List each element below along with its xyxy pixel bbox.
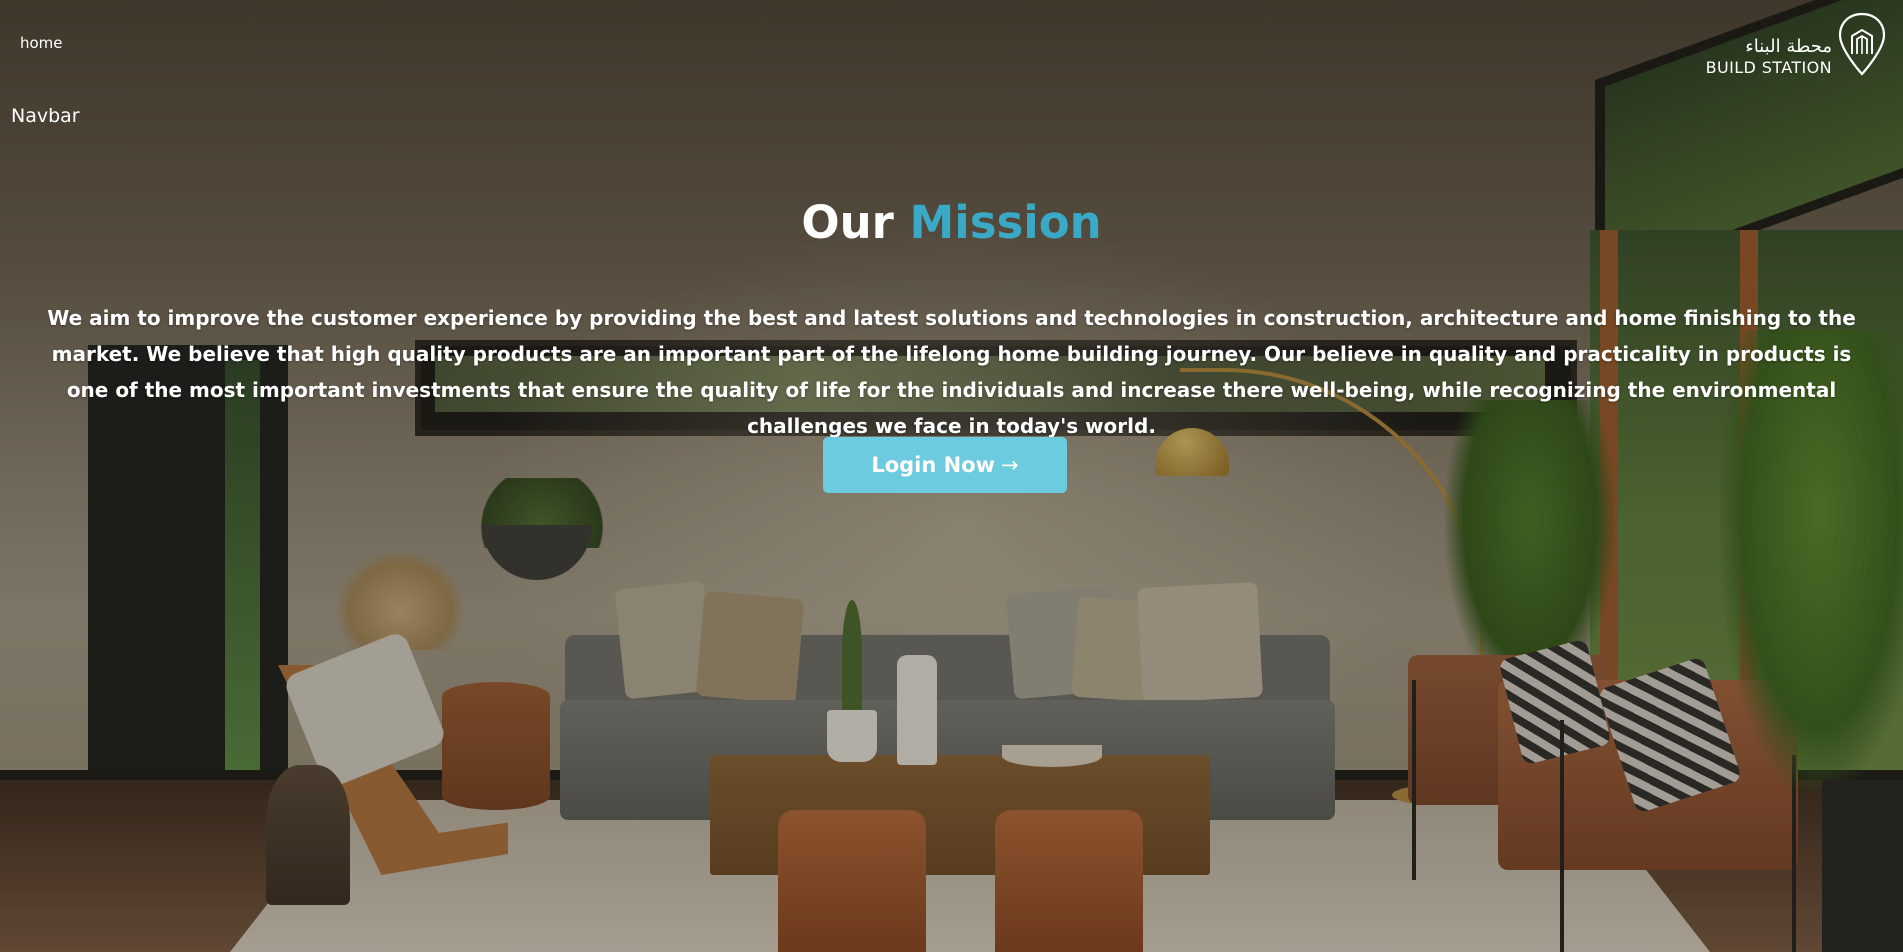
login-now-label: Login Now: [871, 453, 996, 477]
page: home Navbar محطة البناء BUILD STATION Ou…: [0, 0, 1903, 952]
nav-home-link[interactable]: home: [20, 34, 63, 52]
login-now-button[interactable]: Login Now →: [823, 437, 1067, 493]
logo-arabic-name: محطة البناء: [1745, 36, 1832, 57]
mission-title-our: Our: [801, 196, 894, 249]
mission-title: Our Mission: [0, 196, 1903, 249]
logo-english-name: BUILD STATION: [1705, 58, 1832, 77]
building-location-pin-icon: [1838, 12, 1886, 76]
build-station-logo[interactable]: محطة البناء BUILD STATION: [1706, 12, 1886, 78]
logo-text: محطة البناء BUILD STATION: [1706, 38, 1832, 76]
navbar-label: Navbar: [11, 105, 80, 127]
mission-description: We aim to improve the customer experienc…: [47, 306, 1856, 438]
mission-title-mission: Mission: [909, 196, 1102, 249]
arrow-right-icon: →: [1001, 453, 1019, 477]
